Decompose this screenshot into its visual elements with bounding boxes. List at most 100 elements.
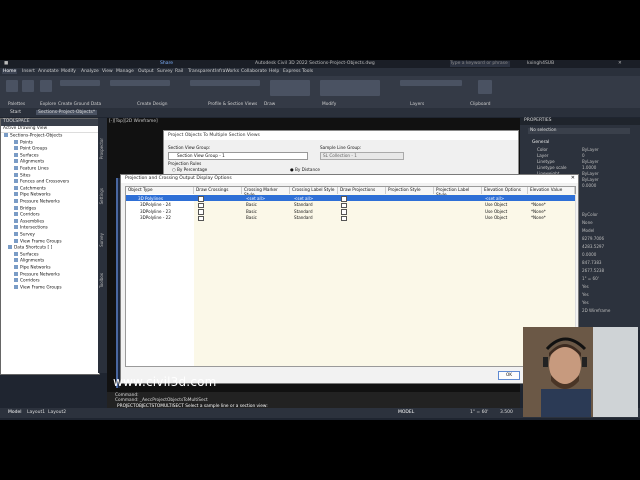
viewport-label[interactable]: [-][Top][2D Wireframe] [109, 119, 158, 124]
toolspace-item[interactable]: Fences and Crossovers [14, 179, 69, 185]
share-button[interactable]: Share [160, 61, 173, 66]
property-value[interactable]: 0.0000 [582, 183, 596, 188]
property-value[interactable]: ByLayer [582, 147, 599, 152]
tab-rail[interactable]: Rail [174, 69, 184, 74]
crossing-marker-style-cell[interactable]: Basic [246, 209, 257, 214]
object-type-cell[interactable]: 3D Polylines [138, 196, 163, 201]
property-value[interactable]: 1.0000 [582, 165, 596, 170]
layer-dropdown[interactable] [400, 80, 462, 86]
toolspace-item[interactable]: Pressure Networks [14, 271, 60, 277]
object-type-cell[interactable]: 3DPolyline - 24 [140, 202, 171, 207]
crossing-label-style-cell[interactable]: <set all> [294, 196, 313, 201]
tab-view[interactable]: View [101, 69, 114, 74]
toolspace-item[interactable]: Feature Lines [14, 166, 49, 172]
property-value[interactable]: 847.7383 [582, 260, 602, 265]
tab-survey[interactable]: Survey [156, 69, 174, 74]
toolspace-item[interactable]: Bridges [14, 205, 36, 211]
column-header[interactable]: Object Type [126, 187, 194, 194]
close-icon[interactable]: ✕ [618, 61, 622, 66]
tab-help[interactable]: Help [268, 69, 280, 74]
elevation-value-cell[interactable]: *None* [531, 215, 546, 220]
property-value[interactable]: None [582, 220, 593, 225]
tab-collaborate[interactable]: Collaborate [240, 69, 268, 74]
toolspace-item[interactable]: Corridors [14, 212, 40, 218]
toolspace-item[interactable]: Data Shortcuts [ ] [8, 245, 52, 251]
toolspace-item[interactable]: Survey [14, 232, 35, 238]
design-tools[interactable] [110, 80, 170, 86]
model-space-toggle[interactable]: MODEL [398, 410, 414, 415]
table-row[interactable]: 3D Polylines <set all> <set all> <set all> [126, 195, 575, 202]
sample-line-group-select[interactable]: SL Collection - 1 [320, 152, 404, 160]
elevation-options-cell[interactable]: Use Object [485, 202, 507, 207]
tab-manage[interactable]: Manage [115, 69, 135, 74]
elevation-value-cell[interactable]: *None* [531, 209, 546, 214]
side-tab-survey[interactable]: Survey [99, 233, 104, 247]
toolspace-item[interactable]: Sites [14, 172, 31, 178]
profile-section-tools[interactable] [190, 80, 260, 86]
ground-data-tools[interactable] [60, 80, 100, 86]
draw-crossings-checkbox[interactable] [198, 215, 204, 221]
tab-drawing[interactable]: Sections-Project-Objects* [36, 110, 98, 115]
toolspace-item[interactable]: Points [14, 139, 33, 145]
annotation-scale[interactable]: 1" = 60' [470, 410, 489, 415]
side-tab-toolbox[interactable]: Toolbox [99, 273, 104, 288]
property-value[interactable]: 0.0000 [582, 252, 596, 257]
object-type-cell[interactable]: 3DPolyline - 22 [140, 215, 171, 220]
crossing-label-style-cell[interactable]: Standard [294, 209, 313, 214]
side-tab-prospector[interactable]: Prospector [99, 138, 104, 159]
toolspace-item[interactable]: View Frame Groups [14, 238, 62, 244]
selection-dropdown[interactable]: No selection [528, 128, 630, 134]
property-value[interactable]: 8279.7006 [582, 236, 604, 241]
ok-button[interactable]: OK [498, 371, 520, 380]
property-value[interactable]: 4283.5297 [582, 244, 604, 249]
property-value[interactable]: 1" = 60' [582, 276, 599, 281]
column-header[interactable]: Draw Projections [338, 187, 386, 194]
crossing-marker-style-cell[interactable]: Basic [246, 215, 257, 220]
tab-transparent[interactable]: Transparent [187, 69, 216, 74]
column-header[interactable]: Elevation Options [482, 187, 528, 194]
column-header[interactable]: Crossing Label Style [290, 187, 338, 194]
tab-modify[interactable]: Modify [60, 69, 77, 74]
toolspace-item[interactable]: Surfaces [14, 152, 39, 158]
elevation-value-cell[interactable]: *None* [531, 202, 546, 207]
column-header[interactable]: Projection Style [386, 187, 434, 194]
paste-icon[interactable] [478, 80, 492, 94]
column-header[interactable]: Crossing Marker Style [242, 187, 290, 197]
tab-output[interactable]: Output [137, 69, 155, 74]
tab-layout2[interactable]: Layout2 [48, 410, 66, 415]
toolspace-item[interactable]: Catchments [14, 185, 46, 191]
palettes-icon[interactable] [6, 80, 18, 92]
property-value[interactable]: Yes [582, 284, 589, 289]
column-header[interactable]: Elevation Value [528, 187, 575, 194]
tab-home[interactable]: Home [2, 69, 18, 74]
toolspace-view-select[interactable]: Active Drawing View [1, 126, 99, 133]
user-name[interactable]: kxingh4SUB [527, 61, 554, 66]
table-row[interactable]: 3DPolyline - 22 Basic Standard Use Object *N… [126, 215, 575, 221]
property-value[interactable]: 2D Wireframe [582, 308, 610, 313]
modify-tools[interactable] [320, 80, 380, 96]
search-input[interactable]: Type a keyword or phrase [450, 61, 510, 67]
toolspace-item[interactable]: View Frame Groups [14, 284, 62, 290]
elevation-options-cell[interactable]: Use Object [485, 215, 507, 220]
draw-tools[interactable] [270, 80, 310, 96]
crossing-label-style-cell[interactable]: Standard [294, 202, 313, 207]
tab-analyze[interactable]: Analyze [80, 69, 100, 74]
close-icon[interactable]: ✕ [571, 175, 575, 181]
object-type-cell[interactable]: 3DPolyline - 23 [140, 209, 171, 214]
property-value[interactable]: ByColor [582, 212, 598, 217]
property-value[interactable]: ByLayer [582, 171, 599, 176]
property-value[interactable]: 2677.5238 [582, 268, 604, 273]
tab-start[interactable]: Start [10, 110, 21, 115]
column-header[interactable]: Draw Crossings [194, 187, 242, 194]
toolspace-item[interactable]: Alignments [14, 258, 44, 264]
toolspace-item[interactable]: Surfaces [14, 251, 39, 257]
toolspace-item[interactable]: Point Groups [14, 146, 47, 152]
toolspace-item[interactable]: Alignments [14, 159, 44, 165]
property-value[interactable]: Yes [582, 300, 589, 305]
crossing-marker-style-cell[interactable]: Basic [246, 202, 257, 207]
toolspace-item[interactable]: Pressure Networks [14, 199, 60, 205]
toolspace-item[interactable]: Intersections [14, 225, 48, 231]
elevation-options-cell[interactable]: Use Object [485, 209, 507, 214]
tab-layout1[interactable]: Layout1 [27, 410, 45, 415]
draw-projections-checkbox[interactable] [341, 215, 347, 221]
